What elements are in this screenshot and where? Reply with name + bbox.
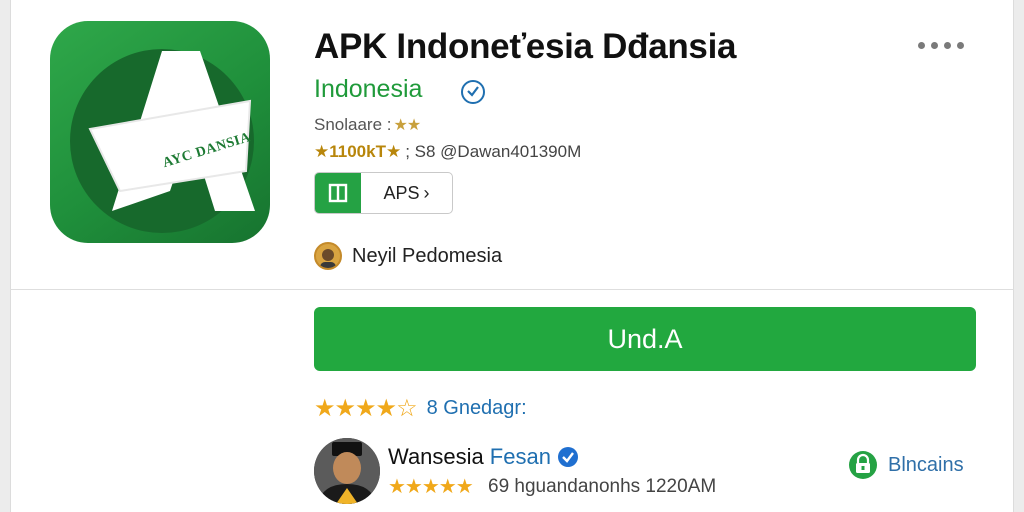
dot: [957, 41, 964, 49]
app-category-icon: [315, 173, 361, 213]
category-label: Snolaare :: [314, 115, 392, 134]
rating-summary: ★★★★☆ 8 Gnedagr:: [314, 394, 527, 423]
verified-badge-icon: [461, 80, 485, 104]
lock-icon: [849, 451, 877, 479]
reviewer-name: Wansesia Fesan: [388, 444, 579, 470]
action-link[interactable]: Blncains: [848, 450, 964, 480]
chip-label: APS ›: [361, 173, 452, 213]
review-stars: ★★★★★: [388, 476, 474, 498]
section-divider: [10, 289, 1014, 290]
reviewer-last-name: Fesan: [489, 444, 551, 469]
rating-stars-empty: ☆: [396, 395, 417, 422]
dot: [944, 41, 951, 49]
person-icon: [320, 249, 336, 268]
action-link-label: Blncains: [888, 453, 964, 476]
dot: [931, 41, 938, 49]
reviewer-photo: [314, 438, 380, 504]
app-title: APK Indoneťesia Dđansia: [314, 27, 737, 66]
publisher-row[interactable]: Neyil Pedomesia: [314, 242, 502, 270]
publisher-name: Neyil Pedomesia: [352, 244, 503, 267]
book-icon: [328, 183, 348, 203]
more-dots-icon[interactable]: [918, 36, 976, 54]
stats-line: ★1100kT★ ; S8 @Dawan401390M: [314, 142, 581, 162]
install-button[interactable]: Und.A: [314, 307, 976, 371]
reviewer-avatar: [314, 438, 380, 504]
rating-stars-filled: ★★★★: [314, 395, 397, 422]
review-date: 69 hguandanonhs 1220AM: [488, 476, 717, 497]
stats-text: ; S8 @Dawan401390M: [405, 142, 582, 161]
reviewer-first-name: Wansesia: [388, 444, 484, 469]
app-logo-graphic: [70, 49, 255, 233]
install-button-label: Und.A: [607, 323, 683, 354]
chip-text: APS: [383, 182, 420, 203]
category-stars: ★★: [393, 117, 422, 134]
rating-stars: ★★★★☆: [314, 394, 418, 423]
app-logo: AYC DANSIA: [50, 21, 270, 243]
publisher-avatar: [314, 242, 342, 270]
dot: [918, 41, 925, 49]
verified-check-icon: [557, 447, 578, 467]
rating-count[interactable]: 8 Gnedagr:: [427, 397, 527, 420]
category-line: Snolaare : ★★: [314, 115, 422, 135]
rating-lead: ★1100kT★: [314, 142, 402, 161]
developer-link[interactable]: Indonesia: [314, 75, 422, 104]
category-chip[interactable]: APS ›: [314, 172, 453, 214]
chevron-right-icon: ›: [423, 182, 430, 203]
